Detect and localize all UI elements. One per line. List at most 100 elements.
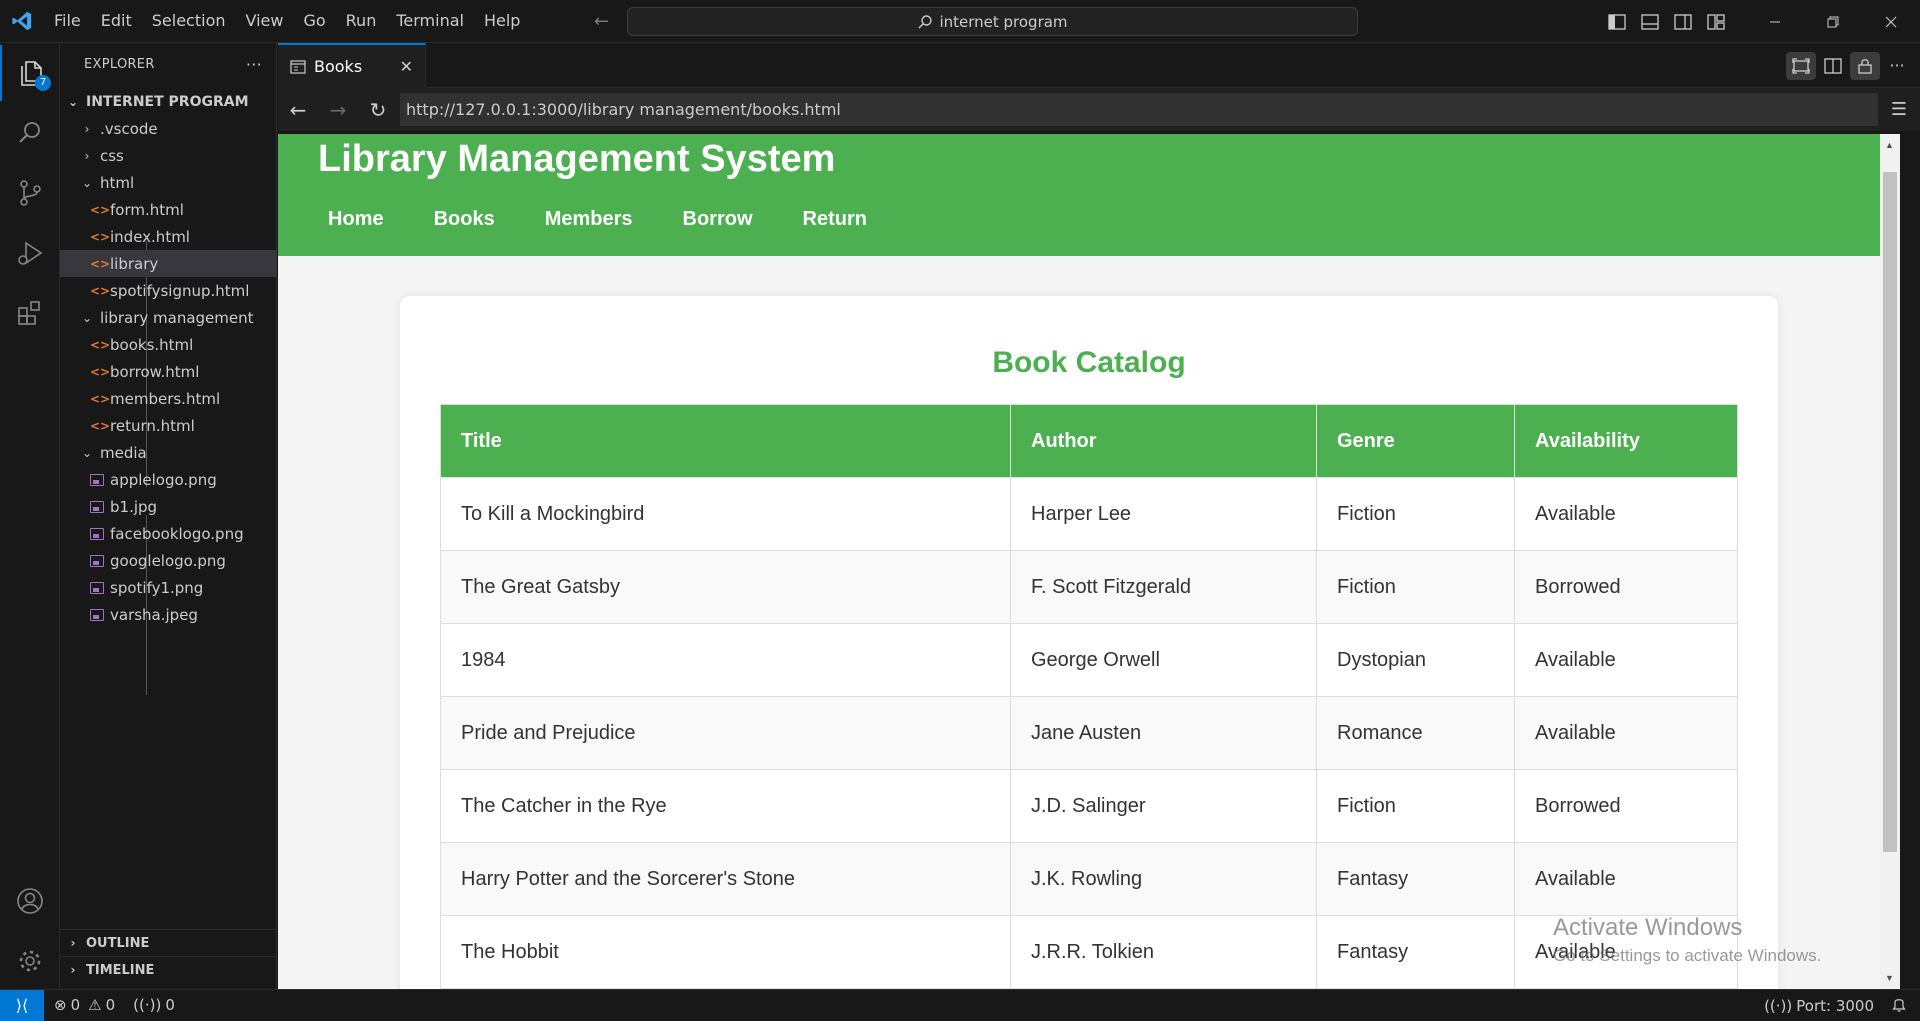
ports-indicator[interactable]: ((·)) 0 [133, 996, 175, 1014]
scroll-up-icon[interactable]: ▲ [1885, 140, 1894, 150]
tree-item-label: form.html [110, 200, 184, 219]
tree-file-applelogo-png[interactable]: applelogo.png [60, 466, 277, 493]
tree-file-varsha-jpeg[interactable]: varsha.jpeg [60, 601, 277, 628]
accounts-icon[interactable] [0, 873, 60, 929]
nav-link-home[interactable]: Home [318, 208, 394, 231]
html-file-icon: <> [90, 256, 111, 271]
html-file-icon: <> [90, 229, 111, 244]
restore-button[interactable] [1804, 0, 1862, 43]
tree-item-label: index.html [110, 227, 190, 246]
tree-item-label: borrow.html [110, 362, 200, 381]
tree-file-index-html[interactable]: <> index.html [60, 223, 277, 250]
tab-label: Books [314, 57, 363, 76]
extensions-icon[interactable] [0, 285, 60, 341]
lock-icon[interactable] [1850, 51, 1880, 80]
focus-view-icon[interactable] [1786, 51, 1816, 80]
tree-item-label: media [100, 443, 147, 462]
html-file-icon: <> [90, 391, 111, 406]
menu-selection[interactable]: Selection [142, 6, 236, 36]
editor-tab-bar: Books ✕ ··· [278, 43, 1920, 88]
outline-section[interactable]: › OUTLINE [60, 929, 277, 956]
cell-genre: Fiction [1316, 550, 1515, 624]
go-back-icon[interactable]: ← [590, 11, 612, 32]
live-server-port[interactable]: ((·)) Port: 3000 [1764, 997, 1874, 1015]
html-file-icon: <> [90, 202, 111, 217]
split-editor-icon[interactable] [1818, 52, 1848, 80]
customize-layout-icon[interactable] [1699, 0, 1732, 43]
more-actions-icon[interactable]: ··· [246, 55, 262, 74]
tree-file-books-html[interactable]: <> books.html [60, 331, 277, 358]
title-bar: File Edit Selection View Go Run Terminal… [0, 0, 1920, 43]
tree-file-form-html[interactable]: <> form.html [60, 196, 277, 223]
menu-help[interactable]: Help [474, 6, 530, 36]
web-page-viewport: Library Management System Home Books Mem… [278, 134, 1900, 989]
menu-terminal[interactable]: Terminal [386, 6, 474, 36]
nav-link-books[interactable]: Books [424, 208, 505, 231]
nav-link-members[interactable]: Members [535, 208, 643, 231]
tree-file-return-html[interactable]: <> return.html [60, 412, 277, 439]
cell-title: The Hobbit [440, 915, 1011, 989]
column-header-availability: Availability [1514, 404, 1738, 478]
tree-file-facebooklogo-png[interactable]: facebooklogo.png [60, 520, 277, 547]
tree-file-b1-jpg[interactable]: b1.jpg [60, 493, 277, 520]
url-text: http://127.0.0.1:3000/library management… [406, 100, 841, 119]
cell-title: To Kill a Mockingbird [440, 477, 1011, 551]
forward-icon[interactable]: → [318, 88, 358, 131]
scrollbar-thumb[interactable] [1883, 172, 1897, 852]
tree-file-spotifysignup-html[interactable]: <> spotifysignup.html [60, 277, 277, 304]
url-input[interactable]: http://127.0.0.1:3000/library management… [400, 93, 1878, 126]
remote-indicator-icon[interactable]: ⟩⟨ [0, 989, 44, 1021]
tree-folder-vscode[interactable]: › .vscode [60, 115, 277, 142]
reload-icon[interactable]: ↻ [358, 88, 398, 131]
menu-edit[interactable]: Edit [91, 6, 142, 36]
minimize-button[interactable] [1746, 0, 1804, 43]
manage-gear-icon[interactable] [0, 933, 60, 989]
search-icon[interactable] [0, 105, 60, 161]
error-count: 0 [70, 996, 81, 1014]
toggle-primary-sidebar-icon[interactable] [1600, 0, 1633, 43]
table-row: The Hobbit J.R.R. Tolkien Fantasy Availa… [440, 915, 1738, 989]
tree-folder-library-management[interactable]: ⌄ library management [60, 304, 277, 331]
tree-file-borrow-html[interactable]: <> borrow.html [60, 358, 277, 385]
back-icon[interactable]: ← [278, 88, 318, 131]
scroll-down-icon[interactable]: ▼ [1885, 973, 1894, 983]
browser-menu-icon[interactable]: ☰ [1886, 96, 1912, 122]
menu-go[interactable]: Go [293, 6, 335, 36]
tree-folder-css[interactable]: › css [60, 142, 277, 169]
site-header: Library Management System Home Books Mem… [278, 134, 1900, 256]
cell-author: J.D. Salinger [1010, 769, 1317, 843]
column-header-title: Title [440, 404, 1011, 478]
html-file-icon: <> [90, 364, 111, 379]
image-file-icon [90, 527, 104, 540]
explorer-icon[interactable]: 7 [0, 45, 60, 101]
tree-item-label: html [100, 173, 135, 192]
table-row: Pride and Prejudice Jane Austen Romance … [440, 696, 1738, 770]
command-center-search[interactable]: internet program [627, 7, 1358, 36]
timeline-section[interactable]: › TIMELINE [60, 956, 277, 983]
page-scrollbar[interactable]: ▲ ▼ [1880, 134, 1900, 989]
cell-availability: Available [1514, 623, 1738, 697]
run-debug-icon[interactable] [0, 225, 60, 281]
tab-books[interactable]: Books ✕ [278, 43, 426, 88]
tree-file-members-html[interactable]: <> members.html [60, 385, 277, 412]
notifications-bell-icon[interactable] [1892, 996, 1906, 1016]
nav-link-borrow[interactable]: Borrow [673, 208, 763, 231]
menu-view[interactable]: View [236, 6, 294, 36]
cell-availability: Available [1514, 696, 1738, 770]
source-control-icon[interactable] [0, 165, 60, 221]
problems-indicator[interactable]: ⊗ 0 ⚠ 0 [54, 996, 115, 1014]
nav-link-return[interactable]: Return [793, 208, 877, 231]
workspace-root[interactable]: ⌄ INTERNET PROGRAM [60, 88, 277, 115]
tree-file-googlelogo-png[interactable]: googlelogo.png [60, 547, 277, 574]
menu-file[interactable]: File [44, 6, 91, 36]
tree-file-spotify1-png[interactable]: spotify1.png [60, 574, 277, 601]
toggle-panel-icon[interactable] [1633, 0, 1666, 43]
tree-folder-html[interactable]: ⌄ html [60, 169, 277, 196]
menu-run[interactable]: Run [336, 6, 387, 36]
close-window-button[interactable] [1862, 0, 1920, 43]
tree-folder-media[interactable]: ⌄ media [60, 439, 277, 466]
tree-file-library[interactable]: <> library [60, 250, 277, 277]
toggle-secondary-sidebar-icon[interactable] [1666, 0, 1699, 43]
more-actions-icon[interactable]: ··· [1882, 52, 1912, 80]
close-icon[interactable]: ✕ [400, 57, 413, 76]
